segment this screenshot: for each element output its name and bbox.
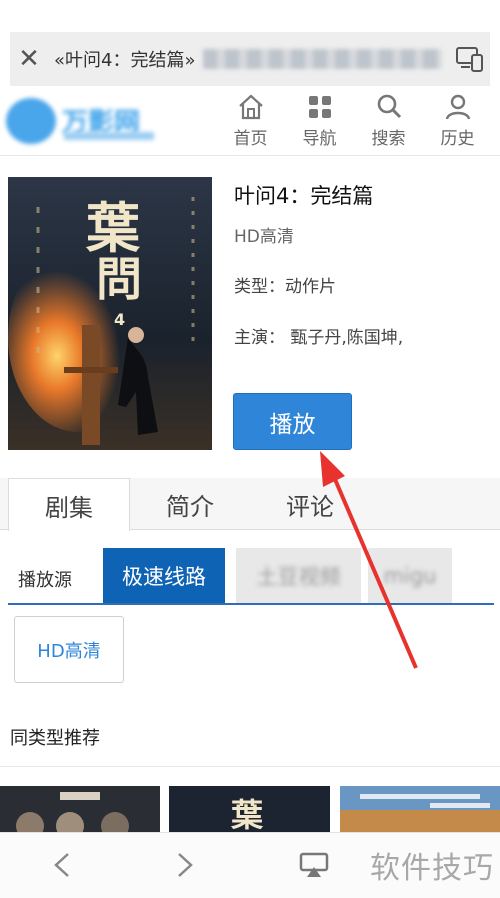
nav-search[interactable]: 搜索: [354, 92, 423, 149]
svg-text:4: 4: [114, 310, 125, 329]
address-field[interactable]: ✕ «叶问4：完结篇»: [10, 32, 490, 86]
movie-quality: HD高清: [234, 227, 294, 247]
blurred-url: [203, 49, 442, 69]
search-icon: [377, 94, 401, 119]
divider: [0, 766, 500, 767]
detail-tabs: 剧集 简介 评论: [0, 478, 500, 531]
watermark: 软件技巧: [370, 851, 494, 886]
movie-poster[interactable]: 葉 問 4: [8, 177, 212, 450]
tab-comments[interactable]: 评论: [250, 478, 370, 530]
user-icon: [445, 94, 470, 120]
movie-title: 叶问4：完结篇: [234, 184, 374, 208]
back-icon[interactable]: [40, 843, 84, 887]
svg-text:葉: 葉: [85, 196, 141, 260]
grid-icon: [308, 96, 331, 118]
tab-episodes[interactable]: 剧集: [8, 478, 130, 531]
source-selector: 播放源 极速线路 土豆视频 migu: [8, 548, 494, 605]
svg-text:葉: 葉: [230, 796, 264, 834]
browser-bottom-bar: 软件技巧: [0, 832, 500, 898]
nav-label: 首页: [233, 129, 268, 149]
recommend-thumb[interactable]: 葉: [169, 786, 330, 834]
nav-home[interactable]: 首页: [216, 92, 285, 149]
nav-label: 导航: [302, 129, 337, 149]
site-nav: 首页 导航 搜索 历史: [216, 92, 492, 149]
forward-icon[interactable]: [163, 843, 207, 887]
nav-label: 搜索: [371, 129, 406, 149]
site-logo[interactable]: 万影网: [6, 94, 158, 148]
source-migu-label: migu: [383, 563, 437, 588]
recommend-thumb[interactable]: [340, 786, 500, 834]
source-migu[interactable]: migu: [368, 548, 452, 603]
movie-cast: 主演： 甄子丹,陈国坤,: [234, 328, 404, 348]
home-icon: [238, 94, 263, 120]
source-tudou-label: 土豆视频: [256, 564, 341, 589]
source-tudou[interactable]: 土豆视频: [236, 548, 361, 603]
source-label: 播放源: [18, 570, 72, 591]
movie-type: 类型：动作片: [234, 277, 336, 297]
nav-label: 历史: [440, 129, 475, 149]
recommend-title: 同类型推荐: [10, 728, 100, 749]
nav-guide[interactable]: 导航: [285, 92, 354, 149]
multi-device-icon[interactable]: [450, 32, 490, 86]
episode-hd-button[interactable]: HD高清: [14, 616, 124, 683]
svg-text:問: 問: [96, 252, 142, 306]
browser-url-bar: ✕ «叶问4：完结篇»: [0, 0, 500, 86]
nav-history[interactable]: 历史: [423, 92, 492, 149]
recommend-thumb[interactable]: [0, 786, 160, 834]
page-title: «叶问4：完结篇»: [54, 50, 196, 71]
play-button[interactable]: 播放: [233, 393, 352, 450]
source-fast-line[interactable]: 极速线路: [103, 548, 225, 603]
airplay-icon[interactable]: [292, 843, 336, 887]
tab-intro[interactable]: 简介: [130, 478, 250, 530]
site-header: 万影网 首页 导航 搜索 历史: [0, 86, 500, 156]
close-icon[interactable]: ✕: [10, 32, 48, 86]
